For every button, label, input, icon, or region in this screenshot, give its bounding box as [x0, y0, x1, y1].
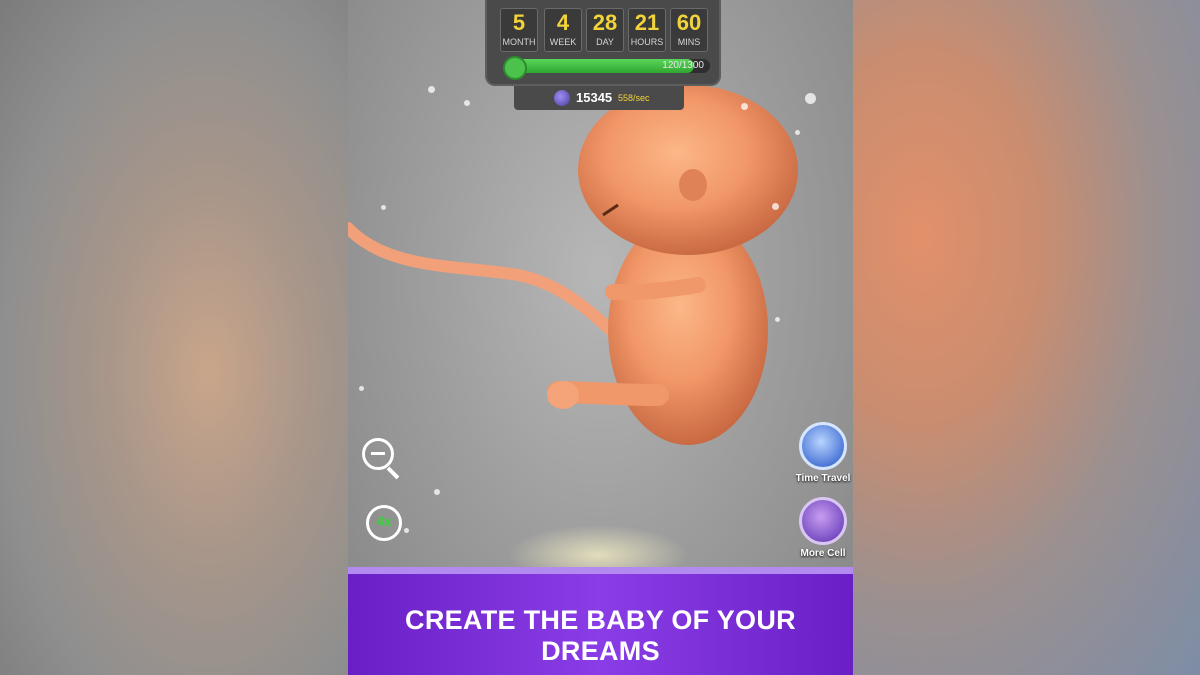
- day-value: 28: [592, 10, 618, 35]
- game-screen: 5 MONTH 4 WEEK 28 DAY 21 HOURS 60 MINS 1…: [348, 0, 853, 675]
- time-travel-button[interactable]: Time Travel: [793, 422, 853, 484]
- week-label: WEEK: [549, 37, 577, 47]
- growth-timer-panel: 5 MONTH 4 WEEK 28 DAY 21 HOURS 60 MINS 1…: [485, 0, 721, 86]
- timer-week: 4 WEEK: [544, 8, 582, 52]
- mins-value: 60: [676, 10, 702, 35]
- speed-label: 4x: [376, 513, 392, 529]
- day-label: DAY: [596, 37, 614, 47]
- timer-month: 5 MONTH: [500, 8, 538, 52]
- cell-rate: 558/sec: [618, 93, 650, 103]
- growth-progress-text: 120/1300: [662, 60, 704, 71]
- blurred-background-left: [0, 0, 348, 675]
- cell-amount: 15345: [576, 90, 613, 105]
- month-label: MONTH: [502, 37, 536, 47]
- time-travel-label: Time Travel: [795, 473, 851, 484]
- growth-progress-bar: 120/1300: [505, 59, 710, 73]
- promo-banner: CREATE THE BABY OF YOUR DREAMS: [348, 567, 853, 675]
- speed-4x-button[interactable]: 4x: [366, 505, 404, 543]
- mins-label: MINS: [677, 37, 701, 47]
- hours-value: 21: [634, 10, 660, 35]
- cell-icon: [554, 90, 570, 106]
- timer-hours: 21 HOURS: [628, 8, 666, 52]
- fetus-icon: [503, 56, 527, 80]
- blurred-background-right: [852, 0, 1200, 675]
- timer-mins: 60 MINS: [670, 8, 708, 52]
- stopwatch-icon: [799, 422, 847, 470]
- zoom-out-button[interactable]: [362, 438, 400, 480]
- more-cell-label: More Cell: [800, 548, 846, 559]
- week-value: 4: [556, 10, 570, 35]
- cell-currency-bar: 15345 558/sec: [514, 86, 684, 110]
- hours-label: HOURS: [630, 37, 664, 47]
- promo-banner-text: CREATE THE BABY OF YOUR DREAMS: [405, 605, 796, 666]
- more-cell-button[interactable]: More Cell: [793, 497, 853, 559]
- timer-day: 28 DAY: [586, 8, 624, 52]
- cell-cluster-icon: [799, 497, 847, 545]
- month-value: 5: [512, 10, 526, 35]
